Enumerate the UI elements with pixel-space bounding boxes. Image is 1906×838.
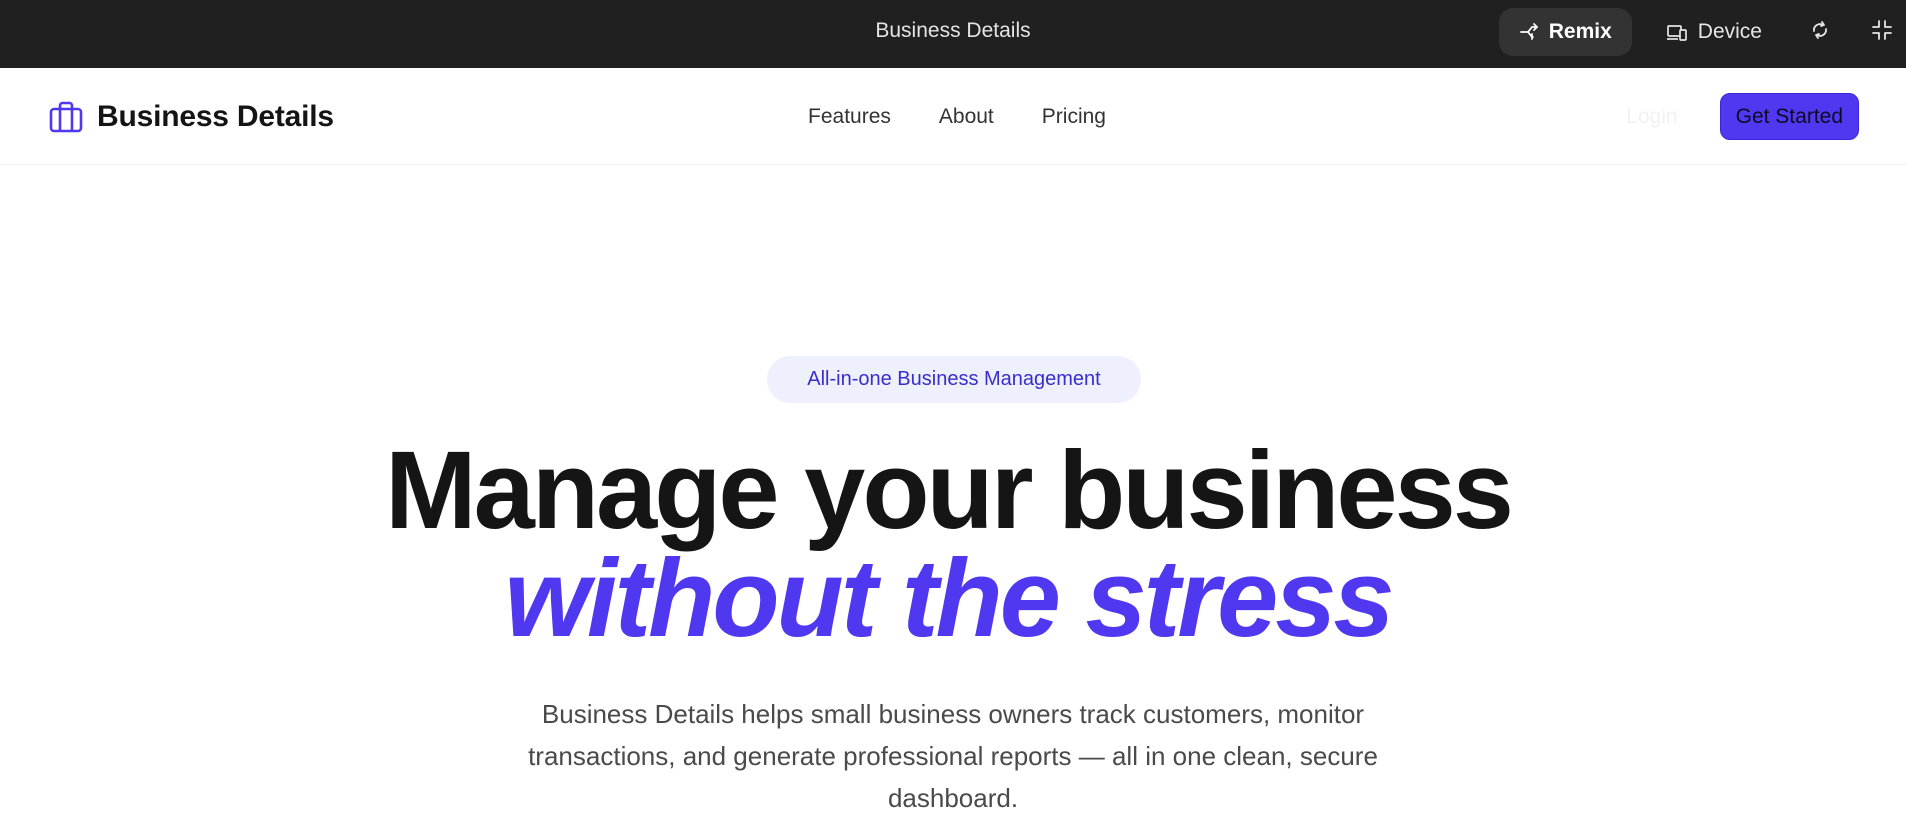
- nav-link-features[interactable]: Features: [808, 105, 891, 129]
- preview-toolbar: Business Details Remix Device: [0, 0, 1906, 68]
- remix-button[interactable]: Remix: [1498, 8, 1632, 56]
- login-link[interactable]: Login: [1626, 105, 1677, 129]
- get-started-button[interactable]: Get Started: [1719, 93, 1859, 140]
- hero-section: All-in-one Business Management Manage yo…: [0, 165, 1906, 838]
- nav-link-about[interactable]: About: [939, 105, 994, 129]
- remix-icon: [1519, 22, 1539, 42]
- remix-label: Remix: [1548, 20, 1612, 43]
- header-actions: Login Get Started: [1626, 93, 1859, 140]
- hero-headline-line2: without the stress: [504, 537, 1394, 660]
- hero-headline-line1: Manage your business: [385, 429, 1514, 552]
- device-label: Device: [1697, 20, 1762, 43]
- hero-subtext: Business Details helps small business ow…: [528, 699, 1378, 813]
- collapse-icon: [1871, 19, 1893, 46]
- device-button[interactable]: Device: [1646, 8, 1782, 56]
- refresh-icon: [1809, 19, 1831, 46]
- main-nav: Features About Pricing: [0, 68, 1906, 165]
- refresh-button[interactable]: [1796, 8, 1844, 56]
- site-header: Business Details Features About Pricing …: [0, 68, 1906, 165]
- preview-actions: Remix Device: [1498, 8, 1906, 56]
- collapse-button[interactable]: [1858, 8, 1906, 56]
- nav-link-pricing[interactable]: Pricing: [1042, 105, 1106, 129]
- hero-badge: All-in-one Business Management: [767, 356, 1141, 403]
- device-icon: [1666, 22, 1688, 42]
